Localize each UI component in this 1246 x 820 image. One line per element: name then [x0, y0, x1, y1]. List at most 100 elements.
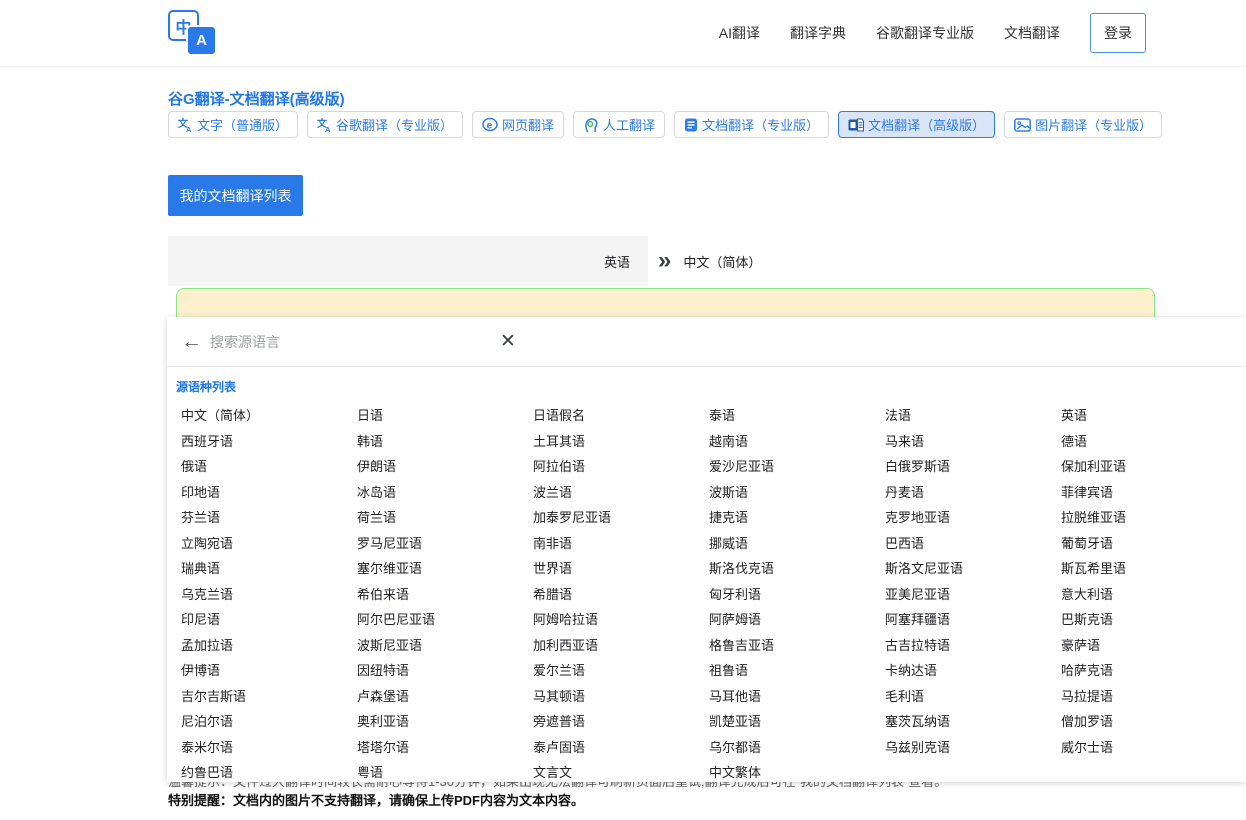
language-option[interactable]: 爱沙尼亚语 [709, 454, 885, 480]
language-option[interactable]: 芬兰语 [181, 505, 357, 531]
target-language-selector[interactable]: 中文（简体） [683, 252, 761, 271]
language-option[interactable]: 马拉提语 [1061, 684, 1237, 710]
language-option[interactable]: 奥利亚语 [357, 709, 533, 735]
tab-2[interactable]: e网页翻译 [472, 111, 564, 138]
language-option[interactable]: 粤语 [357, 760, 533, 786]
tab-5-active[interactable]: 文档翻译（高级版） [838, 111, 995, 138]
language-option[interactable]: 希腊语 [533, 582, 709, 608]
language-option[interactable]: 马耳他语 [709, 684, 885, 710]
language-option[interactable]: 世界语 [533, 556, 709, 582]
language-option[interactable]: 塔塔尔语 [357, 735, 533, 761]
language-option[interactable]: 德语 [1061, 429, 1237, 455]
tab-1[interactable]: 文A谷歌翻译（专业版） [307, 111, 463, 138]
language-option[interactable]: 乌克兰语 [181, 582, 357, 608]
nav-item-1[interactable]: 翻译字典 [790, 23, 846, 43]
language-option[interactable]: 英语 [1061, 403, 1237, 429]
language-option[interactable]: 吉尔吉斯语 [181, 684, 357, 710]
language-option[interactable]: 白俄罗斯语 [885, 454, 1061, 480]
language-option[interactable]: 卢森堡语 [357, 684, 533, 710]
language-option[interactable]: 立陶宛语 [181, 531, 357, 557]
language-option[interactable]: 旁遮普语 [533, 709, 709, 735]
language-option[interactable]: 拉脱维亚语 [1061, 505, 1237, 531]
language-option[interactable]: 约鲁巴语 [181, 760, 357, 786]
language-option[interactable]: 格鲁吉亚语 [709, 633, 885, 659]
language-option[interactable]: 斯瓦希里语 [1061, 556, 1237, 582]
language-option[interactable]: 泰卢固语 [533, 735, 709, 761]
language-option[interactable]: 文言文 [533, 760, 709, 786]
language-option[interactable]: 泰米尔语 [181, 735, 357, 761]
language-option[interactable]: 乌兹别克语 [885, 735, 1061, 761]
language-option[interactable]: 印地语 [181, 480, 357, 506]
tab-4[interactable]: 文档翻译（专业版） [674, 111, 829, 138]
language-option[interactable]: 韩语 [357, 429, 533, 455]
translate-logo-icon[interactable]: 中 A [168, 8, 220, 58]
language-option[interactable]: 因纽特语 [357, 658, 533, 684]
language-option[interactable]: 斯洛伐克语 [709, 556, 885, 582]
language-option[interactable]: 葡萄牙语 [1061, 531, 1237, 557]
language-option[interactable]: 僧加罗语 [1061, 709, 1237, 735]
language-option[interactable]: 日语假名 [533, 403, 709, 429]
language-option[interactable]: 法语 [885, 403, 1061, 429]
language-option[interactable]: 巴西语 [885, 531, 1061, 557]
language-option[interactable]: 亚美尼亚语 [885, 582, 1061, 608]
language-option[interactable]: 波兰语 [533, 480, 709, 506]
language-option[interactable]: 意大利语 [1061, 582, 1237, 608]
language-option[interactable]: 希伯来语 [357, 582, 533, 608]
language-option[interactable]: 印尼语 [181, 607, 357, 633]
language-option[interactable]: 马其顿语 [533, 684, 709, 710]
language-option[interactable]: 克罗地亚语 [885, 505, 1061, 531]
back-arrow-icon[interactable]: ← [181, 331, 202, 352]
language-option[interactable]: 毛利语 [885, 684, 1061, 710]
language-option[interactable]: 捷克语 [709, 505, 885, 531]
language-option[interactable]: 凯楚亚语 [709, 709, 885, 735]
language-option[interactable]: 中文（简体） [181, 403, 357, 429]
language-option[interactable]: 阿尔巴尼亚语 [357, 607, 533, 633]
language-option[interactable]: 威尔士语 [1061, 735, 1237, 761]
language-option[interactable]: 豪萨语 [1061, 633, 1237, 659]
language-option[interactable]: 古吉拉特语 [885, 633, 1061, 659]
language-option[interactable]: 俄语 [181, 454, 357, 480]
language-option[interactable]: 波斯语 [709, 480, 885, 506]
language-option[interactable]: 中文繁体 [709, 760, 885, 786]
nav-item-0[interactable]: AI翻译 [719, 23, 760, 43]
language-option[interactable]: 巴斯克语 [1061, 607, 1237, 633]
language-option[interactable]: 菲律宾语 [1061, 480, 1237, 506]
language-option[interactable]: 波斯尼亚语 [357, 633, 533, 659]
tab-0[interactable]: 文A文字（普通版） [168, 111, 298, 138]
language-option[interactable]: 伊朗语 [357, 454, 533, 480]
language-option[interactable]: 斯洛文尼亚语 [885, 556, 1061, 582]
tab-3[interactable]: 人工翻译 [573, 111, 665, 138]
language-option[interactable]: 罗马尼亚语 [357, 531, 533, 557]
language-option[interactable]: 瑞典语 [181, 556, 357, 582]
nav-item-3[interactable]: 文档翻译 [1004, 23, 1060, 43]
language-option[interactable]: 土耳其语 [533, 429, 709, 455]
language-option[interactable]: 阿塞拜疆语 [885, 607, 1061, 633]
language-option[interactable]: 塞茨瓦纳语 [885, 709, 1061, 735]
close-icon[interactable]: ✕ [500, 332, 516, 351]
language-option[interactable]: 爱尔兰语 [533, 658, 709, 684]
language-option[interactable]: 越南语 [709, 429, 885, 455]
language-option[interactable]: 西班牙语 [181, 429, 357, 455]
language-option[interactable]: 哈萨克语 [1061, 658, 1237, 684]
language-option[interactable]: 南非语 [533, 531, 709, 557]
language-option[interactable]: 伊博语 [181, 658, 357, 684]
language-option[interactable]: 孟加拉语 [181, 633, 357, 659]
language-option[interactable]: 乌尔都语 [709, 735, 885, 761]
language-option[interactable]: 荷兰语 [357, 505, 533, 531]
language-option[interactable]: 冰岛语 [357, 480, 533, 506]
language-option[interactable]: 祖鲁语 [709, 658, 885, 684]
search-source-language-input[interactable] [210, 334, 500, 350]
my-doc-translate-list-button[interactable]: 我的文档翻译列表 [168, 175, 303, 216]
language-option[interactable]: 挪威语 [709, 531, 885, 557]
source-language-selector[interactable]: 英语 [168, 236, 648, 286]
nav-item-2[interactable]: 谷歌翻译专业版 [876, 23, 974, 43]
language-option[interactable]: 阿萨姆语 [709, 607, 885, 633]
language-option[interactable]: 匈牙利语 [709, 582, 885, 608]
language-option[interactable]: 加利西亚语 [533, 633, 709, 659]
language-option[interactable]: 保加利亚语 [1061, 454, 1237, 480]
language-option[interactable]: 日语 [357, 403, 533, 429]
language-option[interactable]: 阿拉伯语 [533, 454, 709, 480]
language-option[interactable]: 塞尔维亚语 [357, 556, 533, 582]
language-option[interactable]: 泰语 [709, 403, 885, 429]
language-option[interactable]: 马来语 [885, 429, 1061, 455]
